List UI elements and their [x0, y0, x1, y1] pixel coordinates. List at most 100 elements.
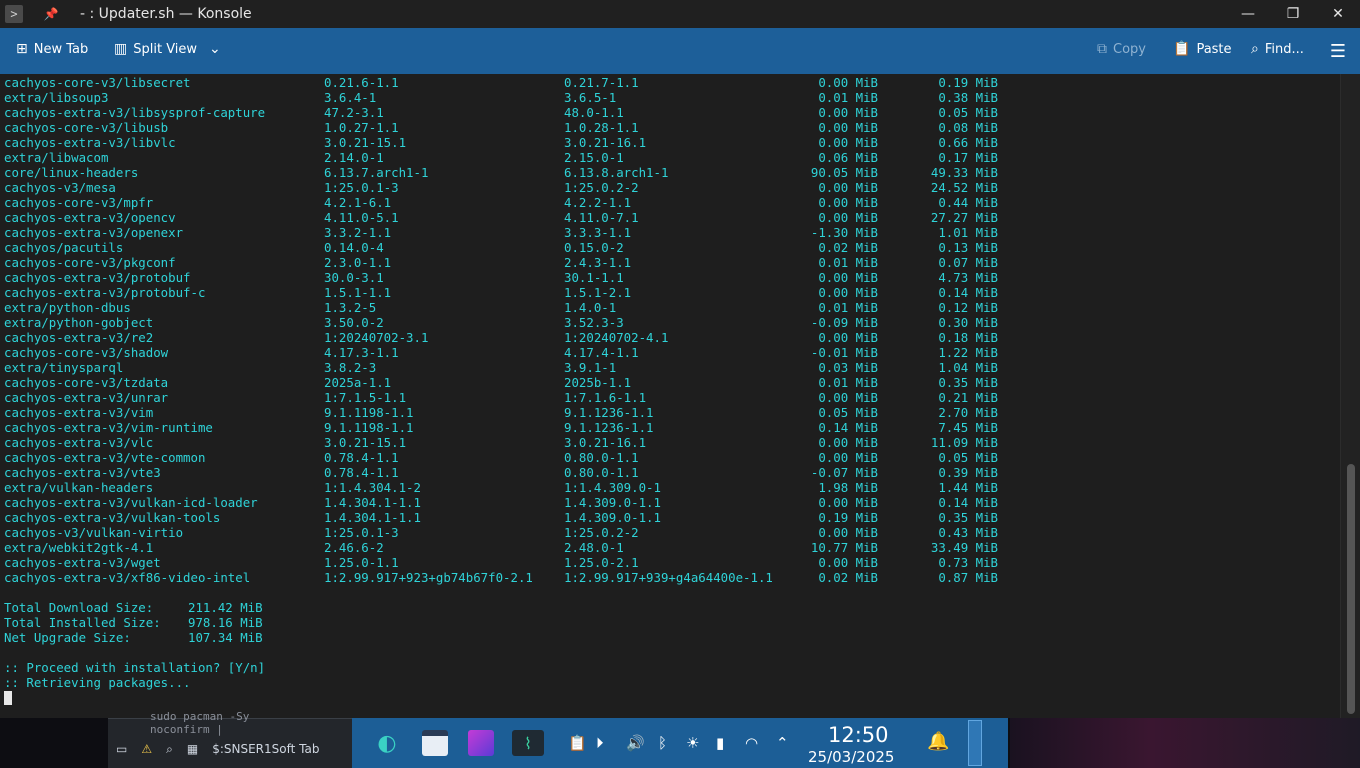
net-change: 0.00 MiB — [818, 120, 878, 135]
new-version: 3.52.3-3 — [564, 315, 624, 330]
new-version: 0.15.0-2 — [564, 240, 624, 255]
paste-button[interactable]: 📋 Paste — [1173, 41, 1232, 57]
terminal-icon[interactable]: > — [5, 5, 23, 23]
package-name: cachyos/pacutils — [4, 240, 124, 255]
package-row: cachyos-core-v3/tzdata 2025a-1.1 2025b-1.1… — [4, 375, 1334, 390]
background-task-label[interactable]: $:SNSER1Soft Tab — [212, 742, 319, 757]
volume-icon[interactable]: 🔊 — [626, 734, 645, 752]
download-size: 7.45 MiB — [938, 420, 998, 435]
old-version: 0.14.0-4 — [324, 240, 384, 255]
dolphin-icon[interactable] — [422, 730, 448, 756]
package-row: cachyos-v3/mesa 1:25.0.1-3 1:25.0.2-2 0.00 … — [4, 180, 1334, 195]
chat-icon[interactable]: ▭ — [116, 742, 127, 757]
bluetooth-icon[interactable]: ᛒ — [658, 734, 667, 752]
new-tab-button[interactable]: ⊞ New Tab — [16, 41, 88, 57]
download-size: 0.18 MiB — [938, 330, 998, 345]
net-change: 0.00 MiB — [818, 525, 878, 540]
old-version: 9.1.1198-1.1 — [324, 420, 414, 435]
net-change: -0.09 MiB — [810, 315, 878, 330]
download-size: 0.05 MiB — [938, 450, 998, 465]
package-row: extra/vulkan-headers 1:1.4.304.1-2 1:1.4.3… — [4, 480, 1334, 495]
new-version: 9.1.1236-1.1 — [564, 405, 654, 420]
window-switcher-icon[interactable] — [468, 730, 494, 756]
chevron-up-icon[interactable]: ⌃ — [776, 734, 789, 752]
new-version: 1.4.309.0-1.1 — [564, 510, 661, 525]
summary-label: Net Upgrade Size: — [4, 630, 131, 645]
package-name: cachyos-core-v3/libsecret — [4, 75, 191, 90]
old-version: 1.25.0-1.1 — [324, 555, 399, 570]
calculator-icon[interactable]: ▦ — [187, 742, 198, 757]
package-row: extra/libwacom 2.14.0-1 2.15.0-1 0.06 MiB 0.… — [4, 150, 1334, 165]
brightness-icon[interactable]: ☀ — [686, 734, 699, 752]
net-change: -0.07 MiB — [810, 465, 878, 480]
download-size: 11.09 MiB — [930, 435, 998, 450]
old-version: 4.17.3-1.1 — [324, 345, 399, 360]
download-size: 1.04 MiB — [938, 360, 998, 375]
system-monitor-icon[interactable]: ⌇ — [512, 730, 544, 756]
download-size: 4.73 MiB — [938, 270, 998, 285]
window-titlebar: > 📌 - : Updater.sh — Konsole — ❐ ✕ — [0, 0, 1360, 28]
find-button[interactable]: ⌕ Find... — [1251, 41, 1304, 57]
package-row: cachyos-extra-v3/protobuf-c 1.5.1-1.1 1.5.… — [4, 285, 1334, 300]
old-version: 1.3.2-5 — [324, 300, 377, 315]
new-version: 2.48.0-1 — [564, 540, 624, 555]
old-version: 3.8.2-3 — [324, 360, 377, 375]
package-row: cachyos-v3/vulkan-virtio 1:25.0.1-3 1:25.0… — [4, 525, 1334, 540]
warning-icon[interactable]: ⚠ — [141, 742, 152, 757]
new-version: 1.25.0-2.1 — [564, 555, 639, 570]
download-size: 0.35 MiB — [938, 510, 998, 525]
package-name: cachyos-extra-v3/wget — [4, 555, 161, 570]
terminal-output[interactable]: cachyos-core-v3/libsecret 0.21.6-1.1 0.21.… — [0, 74, 1340, 718]
minimize-button[interactable]: — — [1238, 4, 1258, 24]
package-row: extra/tinysparql 3.8.2-3 3.9.1-1 0.03 MiB 1.… — [4, 360, 1334, 375]
new-version: 1:25.0.2-2 — [564, 525, 639, 540]
net-change: 0.00 MiB — [818, 180, 878, 195]
package-name: cachyos-extra-v3/opencv — [4, 210, 176, 225]
cachyos-launcher-icon[interactable]: ◐ — [374, 730, 400, 756]
old-version: 3.6.4-1 — [324, 90, 377, 105]
new-version: 0.21.7-1.1 — [564, 75, 639, 90]
scrollbar-thumb[interactable] — [1347, 464, 1355, 714]
clock-time[interactable]: 12:50 — [828, 723, 889, 747]
package-row: cachyos-extra-v3/wget 1.25.0-1.1 1.25.0-2.… — [4, 555, 1334, 570]
package-row: cachyos-extra-v3/libsysprof-capture 47.2-… — [4, 105, 1334, 120]
media-play-icon[interactable]: ⏵ — [596, 734, 604, 752]
pin-icon[interactable]: 📌 — [42, 5, 60, 23]
hamburger-menu-icon[interactable]: ☰ — [1330, 41, 1346, 62]
prompt-line: :: Proceed with installation? [Y/n] — [4, 660, 266, 675]
package-row: cachyos/pacutils 0.14.0-4 0.15.0-2 0.02 MiB… — [4, 240, 1334, 255]
close-button[interactable]: ✕ — [1328, 4, 1348, 24]
clock-date[interactable]: 25/03/2025 — [808, 748, 894, 766]
notification-bell-icon[interactable]: 🔔 — [927, 731, 949, 752]
wifi-icon[interactable]: ◠ — [745, 734, 758, 752]
paste-label: Paste — [1196, 41, 1232, 57]
terminal-scrollbar[interactable] — [1340, 74, 1360, 718]
net-change: -1.30 MiB — [810, 225, 878, 240]
background-code-line: sudo pacman -Sy — [150, 710, 250, 723]
background-code: sudo pacman -Sy noconfirm | — [150, 710, 249, 736]
copy-button[interactable]: ⧉ Copy — [1097, 41, 1146, 57]
new-version: 4.2.2-1.1 — [564, 195, 632, 210]
maximize-button[interactable]: ❐ — [1283, 4, 1303, 24]
show-desktop-button[interactable] — [968, 720, 982, 766]
chevron-down-icon[interactable]: ⌄ — [209, 41, 221, 57]
clipboard-icon[interactable]: 📋 — [568, 734, 587, 752]
net-change: 0.00 MiB — [818, 435, 878, 450]
old-version: 1:2.99.917+923+gb74b67f0-2.1 — [324, 570, 533, 585]
usb-device-icon[interactable]: ▮ — [716, 734, 724, 752]
net-change: 0.00 MiB — [818, 450, 878, 465]
new-version: 1.4.0-1 — [564, 300, 617, 315]
package-name: cachyos-extra-v3/vim-runtime — [4, 420, 213, 435]
new-version: 1:20240702-4.1 — [564, 330, 669, 345]
package-name: cachyos-v3/vulkan-virtio — [4, 525, 184, 540]
new-version: 0.80.0-1.1 — [564, 465, 639, 480]
new-version: 48.0-1.1 — [564, 105, 624, 120]
search-icon[interactable]: ⌕ — [166, 742, 173, 757]
package-row: cachyos-core-v3/mpfr 4.2.1-6.1 4.2.2-1.1 0.… — [4, 195, 1334, 210]
split-view-button[interactable]: ▥ Split View ⌄ — [114, 41, 221, 57]
download-size: 24.52 MiB — [930, 180, 998, 195]
download-size: 1.01 MiB — [938, 225, 998, 240]
download-size: 0.17 MiB — [938, 150, 998, 165]
package-row: cachyos-extra-v3/vte-common 0.78.4-1.1 0.8… — [4, 450, 1334, 465]
new-version: 6.13.8.arch1-1 — [564, 165, 669, 180]
